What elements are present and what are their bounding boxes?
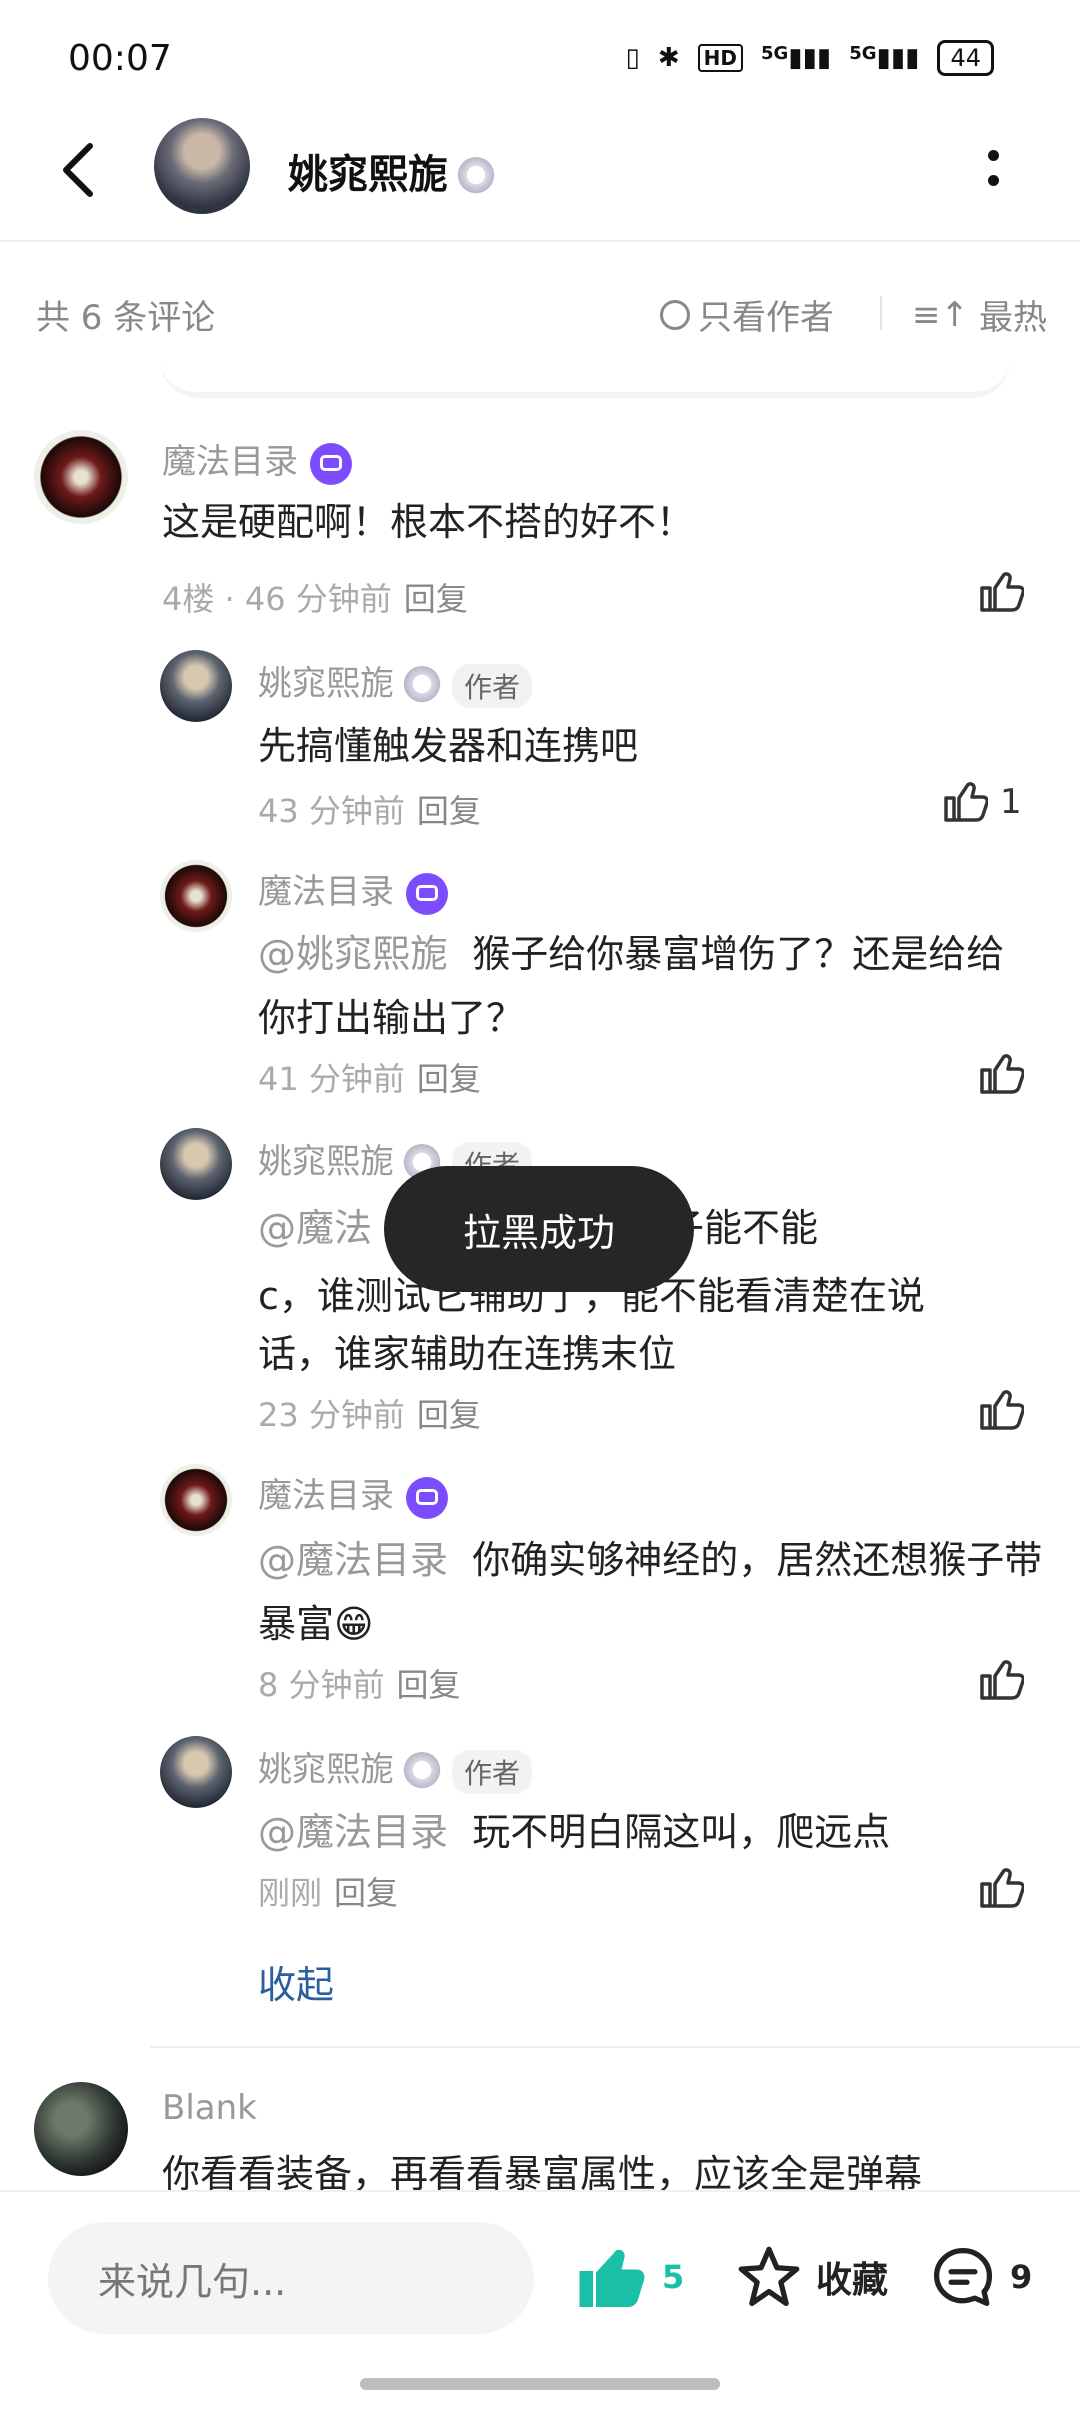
like-post-button[interactable]: 5 xyxy=(576,2244,684,2310)
avatar[interactable] xyxy=(160,1128,232,1200)
toast-message: 拉黑成功 xyxy=(384,1166,694,1292)
author-name[interactable]: 姚窕熙旎 xyxy=(288,142,496,200)
signal-icon-2: 5G▮▮▮ xyxy=(849,43,920,73)
avatar[interactable] xyxy=(160,1736,232,1808)
like-icon[interactable] xyxy=(978,1866,1024,1910)
mention[interactable]: @魔法目录 xyxy=(258,1810,448,1854)
like-icon[interactable] xyxy=(978,1658,1024,1702)
collapse-replies-button[interactable]: 收起 xyxy=(258,1954,334,2009)
mention[interactable]: @姚窕熙旎 xyxy=(258,932,448,976)
author-tag: 作者 xyxy=(452,663,533,708)
reply-username[interactable]: 姚窕熙旎 作者 xyxy=(258,656,533,708)
like-icon[interactable] xyxy=(978,1388,1024,1432)
comment-divider xyxy=(150,2046,1080,2048)
filter-divider xyxy=(880,296,882,330)
like-icon[interactable] xyxy=(978,1052,1024,1096)
header-divider xyxy=(0,240,1080,242)
avatar[interactable] xyxy=(34,430,128,524)
reply-button[interactable]: 回复 xyxy=(417,1060,481,1098)
reply-meta: 43 分钟前 回复 xyxy=(258,792,481,830)
reply-text-line-3: 话，谁家辅助在连携末位 xyxy=(258,1332,677,1376)
status-icons: ▯ ✱ HD 5G▮▮▮ 5G▮▮▮ 44 xyxy=(625,40,994,76)
decoration-icon xyxy=(402,1751,442,1792)
signal-icon: 5G▮▮▮ xyxy=(760,43,832,73)
reply-text: @魔法目录 你确实够神经的，居然还想猴子带暴富😁 xyxy=(258,1538,1043,1646)
sort-icon: ≡↑ xyxy=(912,294,969,335)
mention[interactable]: @魔法 xyxy=(258,1206,372,1250)
reply-username[interactable]: 姚窕熙旎 作者 xyxy=(258,1742,533,1794)
like-icon[interactable] xyxy=(978,570,1024,614)
more-options-icon[interactable] xyxy=(988,150,1004,200)
comment-bubble-icon xyxy=(933,2247,993,2307)
avatar[interactable] xyxy=(34,2082,128,2176)
radio-circle-icon xyxy=(660,299,690,330)
back-arrow-icon[interactable] xyxy=(58,140,98,200)
avatar[interactable] xyxy=(160,860,232,932)
comment-text: 你看看装备，再看看暴富属性，应该全是弹幕 xyxy=(162,2152,923,2190)
reply-text: 先搞懂触发器和连携吧 xyxy=(258,724,639,768)
reply-username[interactable]: 魔法目录 xyxy=(258,1468,448,1519)
comment-count: 共 6 条评论 xyxy=(36,298,216,338)
reply-text: @魔法目录 玩不明白隔这叫，爬远点 xyxy=(258,1810,891,1854)
reply-button[interactable]: 回复 xyxy=(417,792,481,830)
comment-username[interactable]: Blank xyxy=(162,2088,257,2128)
status-time: 00:07 xyxy=(68,38,172,79)
like-count: 1 xyxy=(1000,782,1022,822)
creator-badge-icon xyxy=(406,1476,448,1519)
previous-comment-edge xyxy=(160,360,1010,398)
like-group[interactable]: 1 xyxy=(942,780,1022,824)
comment-username[interactable]: 魔法目录 xyxy=(162,434,352,485)
reply-meta: 8 分钟前 回复 xyxy=(258,1666,461,1704)
reply-meta: 23 分钟前 回复 xyxy=(258,1396,481,1434)
thumbs-up-filled-icon xyxy=(579,2249,645,2307)
reply-button[interactable]: 回复 xyxy=(334,1874,398,1912)
avatar[interactable] xyxy=(160,650,232,722)
only-author-toggle[interactable]: 只看作者 xyxy=(660,290,834,339)
reply-meta: 刚刚 回复 xyxy=(258,1874,399,1912)
author-avatar[interactable] xyxy=(154,118,250,214)
battery-icon: 44 xyxy=(937,40,994,76)
reply-meta: 41 分钟前 回复 xyxy=(258,1060,481,1098)
author-tag: 作者 xyxy=(452,1749,533,1794)
creator-badge-icon xyxy=(406,872,448,915)
decoration-icon xyxy=(456,157,496,197)
hd-icon: HD xyxy=(697,44,743,72)
reply-button[interactable]: 回复 xyxy=(417,1396,481,1434)
decoration-icon xyxy=(402,665,442,706)
bluetooth-icon: ✱ xyxy=(657,43,680,73)
reply-button[interactable]: 回复 xyxy=(404,580,468,618)
star-icon xyxy=(738,2246,800,2307)
reply-button[interactable]: 回复 xyxy=(397,1666,461,1704)
comment-meta: 4楼 · 46 分钟前 回复 xyxy=(162,580,468,618)
favorite-button[interactable]: 收藏 xyxy=(736,2244,888,2310)
comments-button[interactable]: 9 xyxy=(930,2244,1032,2310)
comment-text: 这是硬配啊！根本不搭的好不！ xyxy=(162,500,695,544)
mention[interactable]: @魔法目录 xyxy=(258,1538,448,1582)
like-icon[interactable] xyxy=(942,780,988,824)
avatar[interactable] xyxy=(160,1464,232,1536)
home-indicator[interactable] xyxy=(360,2378,720,2390)
vibrate-icon: ▯ xyxy=(625,43,640,73)
reply-text: @姚窕熙旎 猴子给你暴富增伤了？还是给给你打出输出了？ xyxy=(258,932,1005,1040)
creator-badge-icon xyxy=(310,442,352,485)
sort-button[interactable]: ≡↑ 最热 xyxy=(912,290,1047,339)
comment-input[interactable]: 来说几句... xyxy=(48,2222,534,2334)
reply-username[interactable]: 魔法目录 xyxy=(258,864,448,915)
